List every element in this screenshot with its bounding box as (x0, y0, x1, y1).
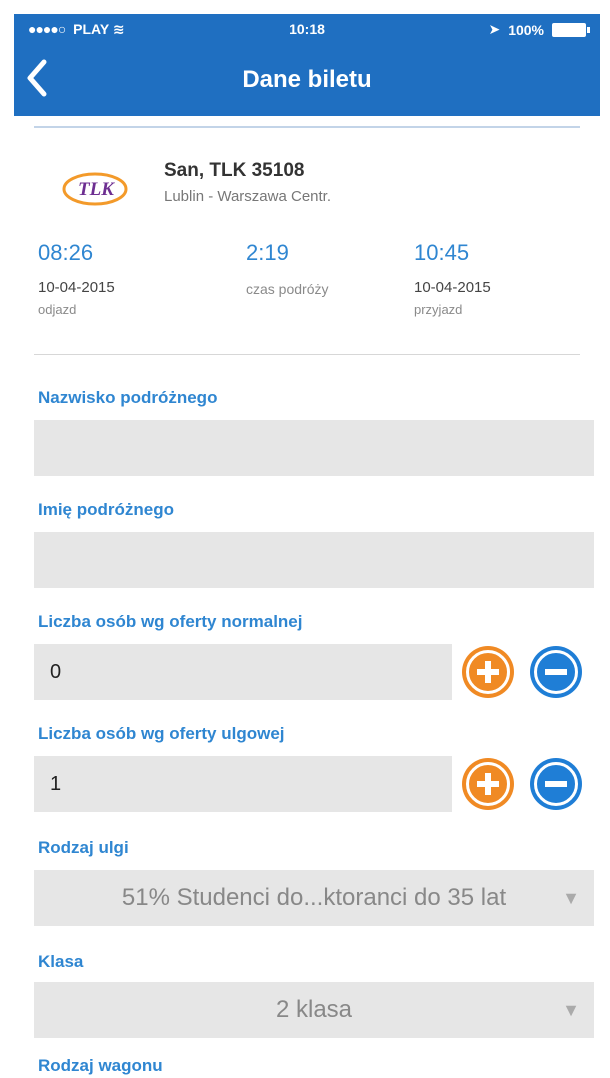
arrival-column: 10:45 10-04-2015 przyjazd (414, 240, 491, 317)
departure-date: 10-04-2015 (38, 279, 115, 296)
logo-text: TLK (78, 179, 115, 200)
surname-input[interactable] (34, 420, 594, 476)
status-bar: ●●●●○ PLAY ≋ 10:18 ➤ 100% (14, 14, 600, 44)
reduced-count-plus-button[interactable] (462, 758, 514, 810)
arrival-date: 10-04-2015 (414, 279, 491, 296)
reduced-count-input[interactable]: 1 (34, 756, 452, 812)
section-divider (34, 354, 580, 355)
discount-type-label: Rodzaj ulgi (38, 838, 129, 857)
plus-glyph (477, 773, 499, 795)
departure-time: 08:26 (38, 240, 94, 265)
class-label: Klasa (38, 952, 84, 971)
battery-percent: 100% (508, 21, 544, 38)
normal-count-minus-button[interactable] (530, 646, 582, 698)
plus-icon (466, 650, 510, 694)
class-select[interactable]: 2 klasa ▼ (34, 982, 594, 1038)
tlk-logo-icon: TLK (62, 172, 128, 206)
minus-icon (534, 650, 578, 694)
plus-glyph (477, 661, 499, 683)
normal-count-input[interactable]: 0 (34, 644, 452, 700)
plus-icon (466, 762, 510, 806)
train-name: San, TLK 35108 (164, 160, 305, 181)
navigation-bar: Dane biletu (14, 44, 600, 116)
minus-glyph (545, 669, 567, 675)
ticket-details-content: TLK San, TLK 35108 Lublin - Warszawa Cen… (14, 116, 600, 1078)
departure-label: odjazd (38, 302, 77, 317)
dropdown-arrow-icon: ▼ (562, 888, 580, 908)
first-name-input[interactable] (34, 532, 594, 588)
dropdown-arrow-icon: ▼ (562, 1000, 580, 1020)
class-value: 2 klasa (275, 996, 353, 1023)
status-right-group: ➤ 100% (488, 21, 590, 38)
arrival-time: 10:45 (414, 240, 470, 265)
minus-icon (534, 762, 578, 806)
departure-column: 08:26 10-04-2015 odjazd (38, 240, 115, 317)
travel-duration: 2:19 (246, 240, 289, 265)
discount-type-value: 51% Studenci do...ktoranci do 35 lat (121, 884, 507, 911)
train-route: Lublin - Warszawa Centr. (164, 188, 332, 205)
top-divider (34, 126, 580, 128)
reduced-count-label: Liczba osób wg oferty ulgowej (38, 724, 285, 743)
duration-column: 2:19 czas podróży (246, 240, 328, 297)
car-type-label: Rodzaj wagonu (38, 1056, 163, 1075)
discount-type-select[interactable]: 51% Studenci do...ktoranci do 35 lat ▼ (34, 870, 594, 926)
battery-icon (552, 22, 590, 37)
surname-label: Nazwisko podróżnego (38, 388, 218, 407)
normal-count-label: Liczba osób wg oferty normalnej (38, 612, 303, 631)
normal-count-plus-button[interactable] (462, 646, 514, 698)
arrival-label: przyjazd (414, 302, 463, 317)
reduced-count-minus-button[interactable] (530, 758, 582, 810)
app-screen: ●●●●○ PLAY ≋ 10:18 ➤ 100% Dane biletu TL… (0, 0, 610, 1078)
duration-label: czas podróży (246, 281, 329, 297)
minus-glyph (545, 781, 567, 787)
location-arrow-icon: ➤ (488, 21, 501, 37)
first-name-label: Imię podróżnego (38, 500, 174, 519)
page-title: Dane biletu (242, 66, 372, 93)
